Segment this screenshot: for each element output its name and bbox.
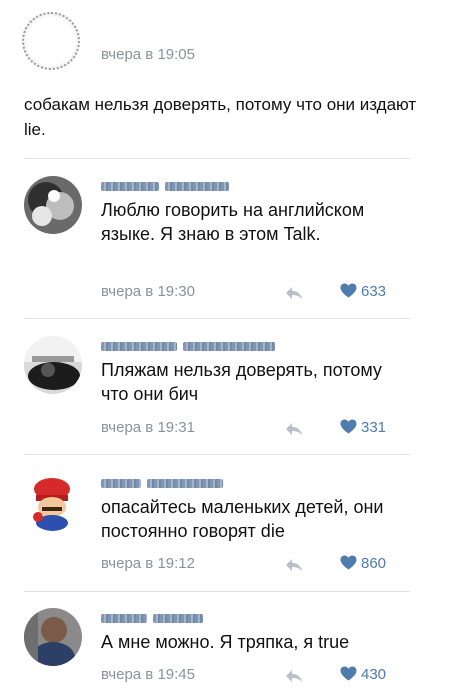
like-button[interactable]: 633 (340, 283, 386, 300)
heart-icon (340, 419, 357, 434)
like-count: 331 (361, 419, 387, 436)
post-author-avatar[interactable] (22, 12, 80, 70)
commenter-avatar[interactable] (24, 608, 82, 666)
reply-arrow-icon[interactable] (285, 286, 303, 300)
post-timestamp[interactable]: вчера в 19:05 (101, 46, 195, 63)
commenter-name-blurred[interactable] (101, 610, 281, 624)
comment-text: Люблю говорить на английском языке. Я зн… (101, 200, 365, 244)
like-count: 860 (361, 555, 387, 572)
like-button[interactable]: 430 (340, 666, 386, 683)
commenter-name-blurred[interactable] (101, 475, 281, 489)
comment-timestamp[interactable]: вчера в 19:45 (101, 666, 195, 683)
reply-arrow-icon[interactable] (285, 669, 303, 683)
post-header: вчера в 19:05 (0, 0, 450, 90)
comment-timestamp[interactable]: вчера в 19:30 (101, 283, 195, 300)
heart-icon (340, 283, 357, 298)
reply-arrow-icon[interactable] (285, 422, 303, 436)
commenter-avatar[interactable] (24, 473, 82, 531)
commenter-avatar[interactable] (24, 176, 82, 234)
divider (24, 454, 410, 455)
heart-icon (340, 555, 357, 570)
reply-arrow-icon[interactable] (285, 558, 303, 572)
like-button[interactable]: 860 (340, 555, 386, 572)
like-button[interactable]: 331 (340, 419, 386, 436)
commenter-name-blurred[interactable] (101, 338, 281, 352)
commenter-avatar[interactable] (24, 336, 82, 394)
post-text: собакам нельзя доверять, потому что они … (24, 95, 417, 139)
comment-text: опасайтесь маленьких детей, они постоянн… (101, 497, 384, 541)
divider (24, 591, 410, 592)
comment-timestamp[interactable]: вчера в 19:31 (101, 419, 195, 436)
divider (24, 158, 410, 159)
commenter-name-blurred[interactable] (101, 178, 281, 192)
comment-text: А мне можно. Я тряпка, я true (101, 632, 350, 652)
divider (24, 318, 410, 319)
heart-icon (340, 666, 357, 681)
like-count: 633 (361, 283, 387, 300)
like-count: 430 (361, 666, 387, 683)
comment-text: Пляжам нельзя доверять, потому что они б… (101, 360, 382, 404)
comment-timestamp[interactable]: вчера в 19:12 (101, 555, 195, 572)
